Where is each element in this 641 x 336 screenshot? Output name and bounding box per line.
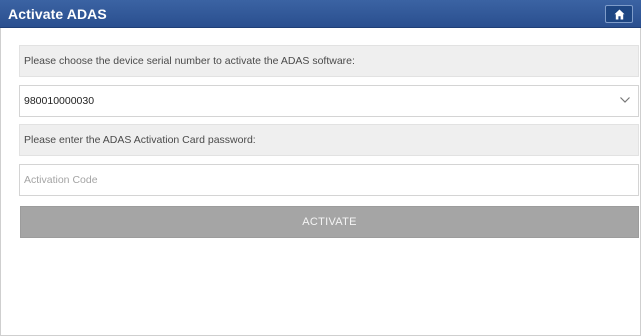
serial-number-dropdown[interactable]: 980010000030 — [19, 85, 639, 117]
activation-panel: Please choose the device serial number t… — [0, 28, 641, 336]
home-button[interactable] — [605, 5, 633, 23]
home-icon — [614, 9, 625, 20]
activate-button[interactable]: ACTIVATE — [20, 206, 639, 238]
serial-number-value: 980010000030 — [24, 95, 95, 107]
password-prompt-label: Please enter the ADAS Activation Card pa… — [19, 124, 639, 156]
window-title: Activate ADAS — [8, 6, 107, 22]
serial-prompt-label: Please choose the device serial number t… — [19, 45, 639, 77]
chevron-down-icon — [620, 97, 630, 103]
title-bar: Activate ADAS — [0, 0, 641, 28]
activation-code-input[interactable]: Activation Code — [19, 164, 639, 196]
